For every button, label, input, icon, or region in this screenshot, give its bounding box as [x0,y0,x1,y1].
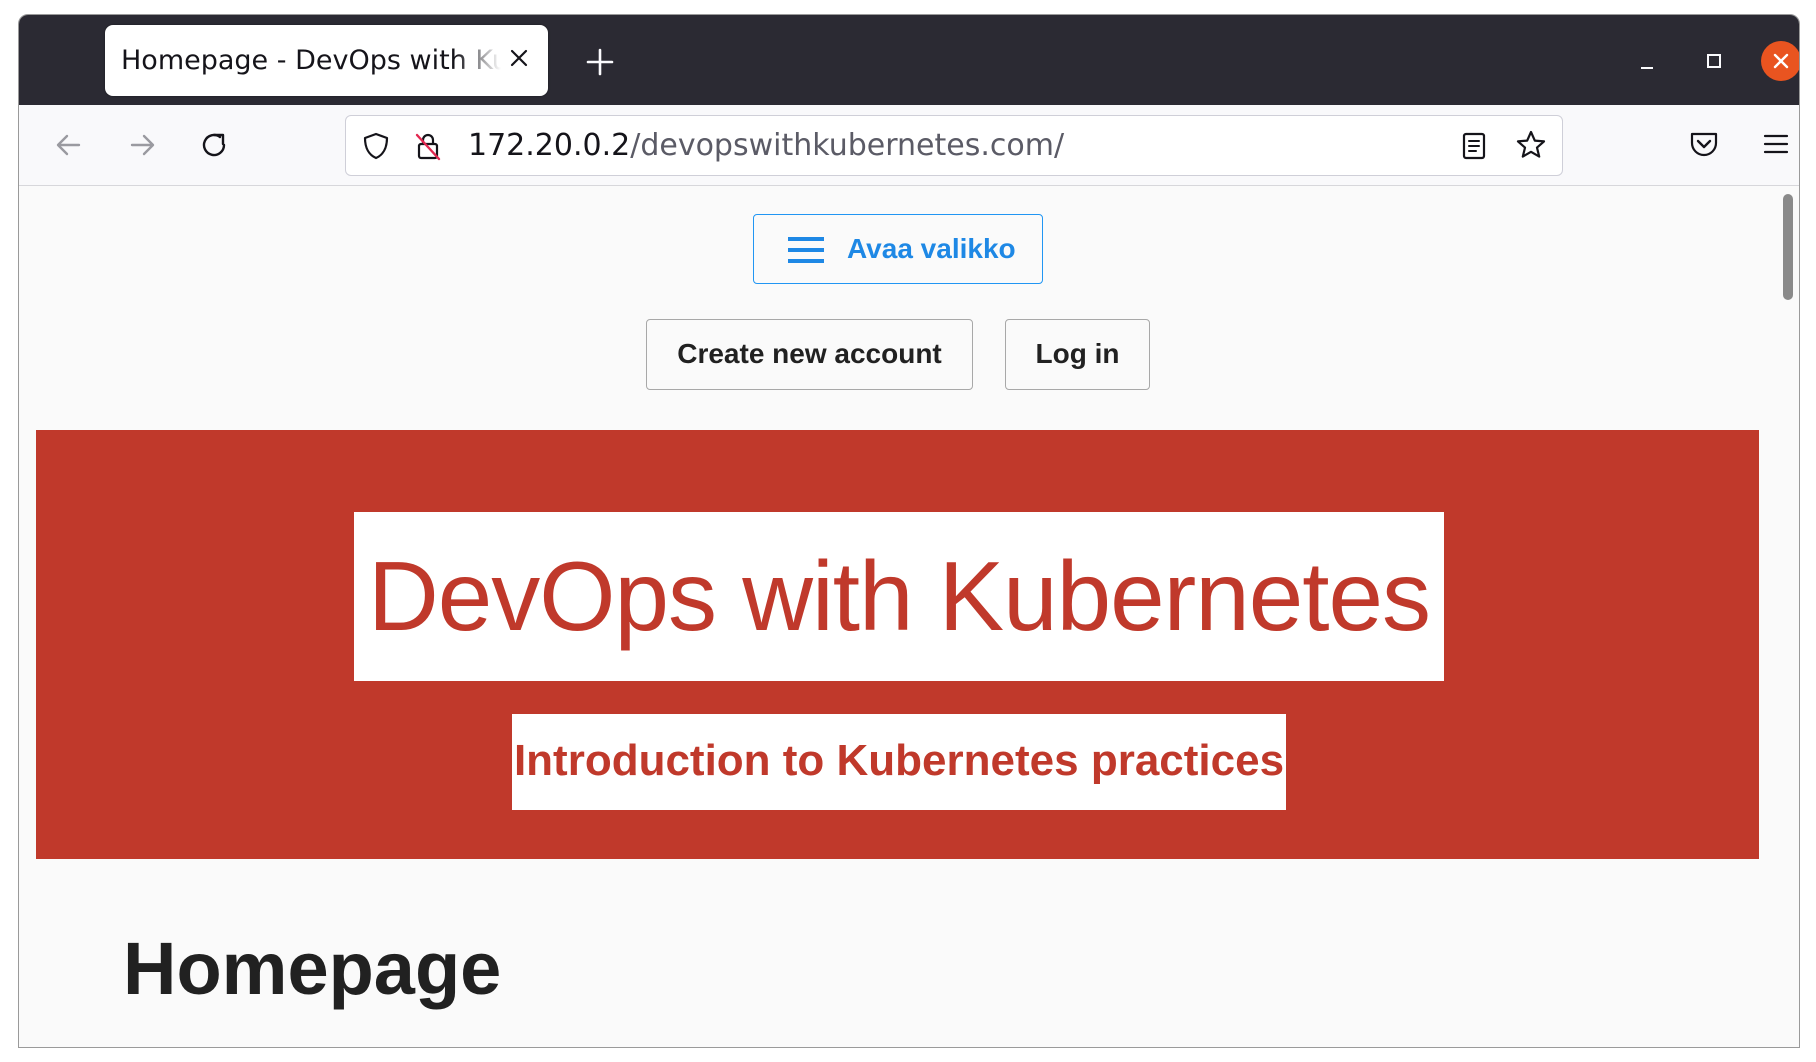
browser-window: Homepage - DevOps with Kubernetes [18,14,1800,1048]
hero-subtitle-box: Introduction to Kubernetes practices [512,714,1286,810]
scrollbar-thumb[interactable] [1783,194,1793,300]
url-bar[interactable]: 172.20.0.2/devopswithkubernetes.com/ [345,115,1563,176]
pocket-icon[interactable] [1685,125,1723,163]
open-menu-label: Avaa valikko [847,233,1016,264]
hamburger-menu-icon[interactable] [1757,125,1795,163]
shield-icon[interactable] [360,130,392,162]
navigation-toolbar: 172.20.0.2/devopswithkubernetes.com/ [19,105,1799,186]
arrow-right-icon[interactable] [122,125,162,165]
create-account-button[interactable]: Create new account [646,319,973,390]
maximize-icon[interactable] [1694,41,1734,81]
tab-active[interactable]: Homepage - DevOps with Kubernetes [105,25,548,96]
login-button[interactable]: Log in [1005,319,1150,390]
hero-title-box: DevOps with Kubernetes [354,512,1444,681]
url-text[interactable]: 172.20.0.2/devopswithkubernetes.com/ [468,128,1064,163]
hero-banner: DevOps with Kubernetes Introduction to K… [36,430,1759,859]
url-host: 172.20.0.2 [468,128,631,163]
window-close-icon[interactable] [1761,41,1799,81]
star-icon[interactable] [1514,128,1548,162]
page-title: Homepage [123,927,502,1010]
open-menu-button[interactable]: Avaa valikko [753,214,1043,284]
tab-close-icon[interactable] [504,43,534,73]
page-content: Avaa valikko Create new account Log in D… [19,186,1799,1047]
menu-icon [788,235,824,265]
arrow-left-icon[interactable] [49,125,89,165]
hero-title: DevOps with Kubernetes [368,541,1431,651]
minimize-icon[interactable] [1627,41,1667,81]
url-path: /devopswithkubernetes.com/ [630,128,1065,163]
reader-view-icon[interactable] [1458,130,1490,162]
tab-title: Homepage - DevOps with Kubernetes [121,45,501,76]
reload-icon[interactable] [194,125,234,165]
insecure-lock-icon[interactable] [412,130,444,162]
hero-subtitle: Introduction to Kubernetes practices [513,736,1285,785]
tab-bar: Homepage - DevOps with Kubernetes [19,15,1799,105]
new-tab-plus-icon[interactable] [583,45,617,79]
